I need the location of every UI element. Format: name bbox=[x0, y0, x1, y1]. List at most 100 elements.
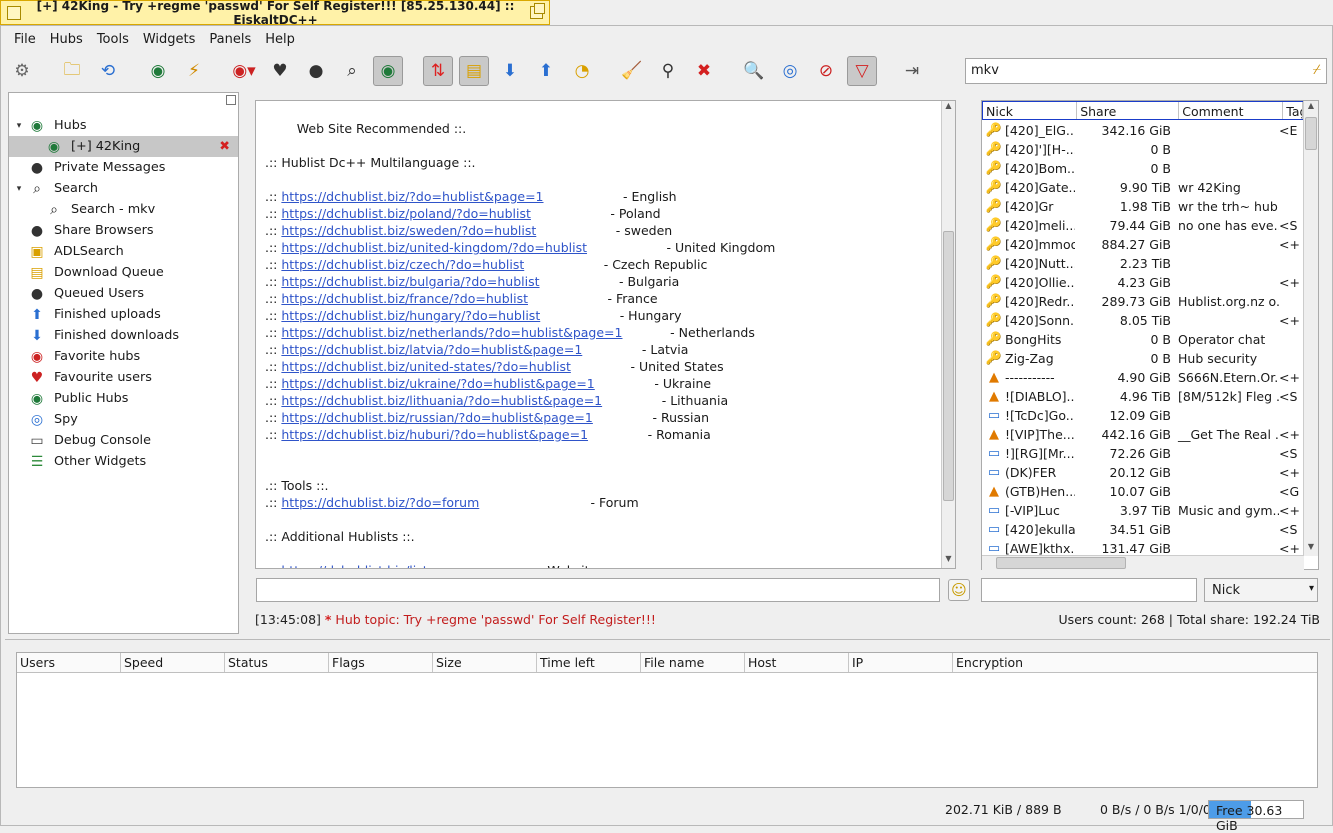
user-row[interactable]: 🔑 [420]Redr... 289.73 GiB Hublist.org.nz o.… bbox=[983, 292, 1301, 311]
sidebar-item[interactable]: ◎ Spy bbox=[9, 409, 238, 430]
column-share[interactable]: Share bbox=[1077, 102, 1180, 119]
userlist-scroll-thumb[interactable] bbox=[1305, 117, 1317, 150]
sidebar-item[interactable]: ● Queued Users bbox=[9, 283, 238, 304]
column-comment[interactable]: Comment bbox=[1179, 102, 1284, 119]
sidebar-item[interactable]: ▣ ADLSearch bbox=[9, 241, 238, 262]
settings-icon[interactable]: ⚙ bbox=[7, 56, 37, 86]
adl-search-icon[interactable]: 🔍 bbox=[739, 56, 769, 86]
user-row[interactable]: ▭ [420]ekulla 34.51 GiB <S bbox=[983, 520, 1301, 539]
close-red-x-icon[interactable]: ✖ bbox=[689, 56, 719, 86]
chat-link[interactable]: https://dchublist.biz/huburi/?do=hublist… bbox=[281, 427, 588, 442]
user-row[interactable]: 🔑 [420]Sonn... 8.05 TiB <+ bbox=[983, 311, 1301, 330]
chat-scrollbar[interactable]: ▲ ▼ bbox=[941, 101, 955, 568]
user-row[interactable]: 🔑 [420]'][H-... 0 B bbox=[983, 140, 1301, 159]
chat-link[interactable]: https://dchublist.biz/hungary/?do=hublis… bbox=[281, 308, 540, 323]
chat-link[interactable]: https://dchublist.biz/?do=hublist&page=1 bbox=[281, 189, 543, 204]
sidebar-item[interactable]: ◉ Favorite hubs bbox=[9, 346, 238, 367]
user-row[interactable]: 🔑 [420]meli... 79.44 GiB no one has eve... <… bbox=[983, 216, 1301, 235]
binoculars-icon[interactable]: ⚲ bbox=[653, 56, 683, 86]
user-row[interactable]: 🔑 [420]Gr 1.98 TiB wr the trh~ hub bbox=[983, 197, 1301, 216]
favorite-users-icon[interactable]: ♥ bbox=[265, 56, 295, 86]
chat-link[interactable]: https://dchublist.biz/czech/?do=hublist bbox=[281, 257, 524, 272]
sidebar-item[interactable]: ⬇ Finished downloads bbox=[9, 325, 238, 346]
transfers-icon[interactable]: ⇅ bbox=[423, 56, 453, 86]
search-input[interactable]: mkv ⌿ bbox=[965, 58, 1327, 84]
column-size[interactable]: Size bbox=[433, 653, 537, 672]
menu-widgets[interactable]: Widgets bbox=[136, 29, 203, 51]
user-row[interactable]: ▭ (DK)FER 20.12 GiB <+ bbox=[983, 463, 1301, 482]
user-row[interactable]: 🔑 [420]Bom... 0 B bbox=[983, 159, 1301, 178]
filter-column-select[interactable]: Nick bbox=[1204, 578, 1318, 602]
menu-hubs[interactable]: Hubs bbox=[43, 29, 90, 51]
user-row[interactable]: ▲ ![VIP]The... 442.16 GiB __Get The Real ..… bbox=[983, 425, 1301, 444]
column-status[interactable]: Status bbox=[225, 653, 329, 672]
junk-icon[interactable]: ⊘ bbox=[811, 56, 841, 86]
quit-icon[interactable]: ⇥ bbox=[897, 56, 927, 86]
sidebar-item[interactable]: ▾ ◉ Hubs bbox=[9, 115, 238, 136]
column-encryption[interactable]: Encryption bbox=[953, 653, 1317, 672]
spy-eye-icon[interactable]: ◎ bbox=[775, 56, 805, 86]
chat-link[interactable]: https://dchublist.biz/lithuania/?do=hubl… bbox=[281, 393, 602, 408]
finished-uploads-icon[interactable]: ⬆ bbox=[531, 56, 561, 86]
chat-link[interactable]: https://dchublist.biz/latvia/?do=hublist… bbox=[281, 342, 582, 357]
sidebar-item[interactable]: ▾ ⌕ Search bbox=[9, 178, 238, 199]
chat-link[interactable]: https://dchublist.biz/?do=forum bbox=[281, 495, 479, 510]
user-row[interactable]: 🔑 Zig-Zag 0 B Hub security bbox=[983, 349, 1301, 368]
column-flags[interactable]: Flags bbox=[329, 653, 433, 672]
menu-file[interactable]: File bbox=[7, 29, 43, 51]
user-row[interactable]: ▲ ----------- 4.90 GiB S666N.Etern.Or... <+ bbox=[983, 368, 1301, 387]
user-row[interactable]: 🔑 BongHits 0 B Operator chat bbox=[983, 330, 1301, 349]
expand-arrow-icon[interactable]: ▾ bbox=[12, 184, 26, 194]
sidebar-item[interactable]: ⬆ Finished uploads bbox=[9, 304, 238, 325]
refresh-share-icon[interactable]: 🗀 bbox=[57, 56, 87, 86]
speed-gauge-icon[interactable]: ◔ bbox=[567, 56, 597, 86]
sidebar-item[interactable]: ● Share Browsers bbox=[9, 220, 238, 241]
chat-link[interactable]: https://dchublist.biz/sweden/?do=hublist bbox=[281, 223, 536, 238]
restore-icon[interactable] bbox=[530, 3, 545, 19]
emoticon-icon[interactable]: ☺ bbox=[948, 579, 970, 601]
sidebar-item[interactable]: ♥ Favourite users bbox=[9, 367, 238, 388]
user-row[interactable]: ▭ ![TcDc]Go... 12.09 GiB bbox=[983, 406, 1301, 425]
column-file-name[interactable]: File name bbox=[641, 653, 745, 672]
chat-link[interactable]: https://dchublist.biz/list bbox=[281, 563, 427, 568]
userlist-hscrollbar[interactable] bbox=[982, 555, 1304, 570]
column-host[interactable]: Host bbox=[745, 653, 849, 672]
app-icon[interactable] bbox=[7, 5, 21, 20]
close-hub-icon[interactable]: ✖ bbox=[219, 139, 230, 154]
chat-message-input[interactable] bbox=[256, 578, 940, 602]
hubs-globe-icon[interactable]: ◉ bbox=[373, 56, 403, 86]
chat-link[interactable]: https://dchublist.biz/bulgaria/?do=hubli… bbox=[281, 274, 539, 289]
panel-divider[interactable] bbox=[5, 639, 1330, 640]
user-row[interactable]: ▲ (GTB)Hen... 10.07 GiB <G bbox=[983, 482, 1301, 501]
column-ip[interactable]: IP bbox=[849, 653, 953, 672]
chat-scroll-thumb[interactable] bbox=[943, 231, 954, 501]
chat-link[interactable]: https://dchublist.biz/poland/?do=hublist bbox=[281, 206, 531, 221]
public-hubs-icon[interactable]: ◉ bbox=[143, 56, 173, 86]
user-row[interactable]: 🔑 [420]Nutt... 2.23 TiB bbox=[983, 254, 1301, 273]
chat-link[interactable]: https://dchublist.biz/russian/?do=hublis… bbox=[281, 410, 592, 425]
favorite-hubs-icon[interactable]: ◉▾ bbox=[229, 56, 259, 86]
column-users[interactable]: Users bbox=[17, 653, 121, 672]
download-queue-icon[interactable]: ▤ bbox=[459, 56, 489, 86]
clear-search-icon[interactable]: ⌿ bbox=[1313, 62, 1321, 78]
column-speed[interactable]: Speed bbox=[121, 653, 225, 672]
finished-downloads-icon[interactable]: ⬇ bbox=[495, 56, 525, 86]
sidebar-item[interactable]: ▤ Download Queue bbox=[9, 262, 238, 283]
chat-link[interactable]: https://dchublist.biz/united-states/?do=… bbox=[281, 359, 570, 374]
expand-arrow-icon[interactable]: ▾ bbox=[12, 121, 26, 131]
user-filter-input[interactable] bbox=[981, 578, 1197, 602]
search-icon[interactable]: ⌕ bbox=[337, 56, 367, 86]
chat-link[interactable]: https://dchublist.biz/netherlands/?do=hu… bbox=[281, 325, 622, 340]
user-row[interactable]: 🔑 [420]Ollie... 4.23 GiB <+ bbox=[983, 273, 1301, 292]
reconnect-icon[interactable]: ⟲ bbox=[93, 56, 123, 86]
undock-icon[interactable] bbox=[226, 95, 236, 105]
connect-plug-icon[interactable]: ⚡ bbox=[179, 56, 209, 86]
chat-link[interactable]: https://dchublist.biz/france/?do=hublist bbox=[281, 291, 528, 306]
user-row[interactable]: 🔑 [420]Gate... 9.90 TiB wr 42King bbox=[983, 178, 1301, 197]
user-row[interactable]: ▲ ![DIABLO]... 4.96 TiB [8M/512k] Fleg ... <… bbox=[983, 387, 1301, 406]
chat-link[interactable]: https://dchublist.biz/ukraine/?do=hublis… bbox=[281, 376, 594, 391]
user-row[interactable]: 🔑 [420]_ElG... 342.16 GiB <E bbox=[983, 121, 1301, 140]
clear-broom-icon[interactable]: 🧹 bbox=[617, 56, 647, 86]
filter-icon[interactable]: ▽ bbox=[847, 56, 877, 86]
sidebar-item[interactable]: ⌕ Search - mkv bbox=[9, 199, 238, 220]
